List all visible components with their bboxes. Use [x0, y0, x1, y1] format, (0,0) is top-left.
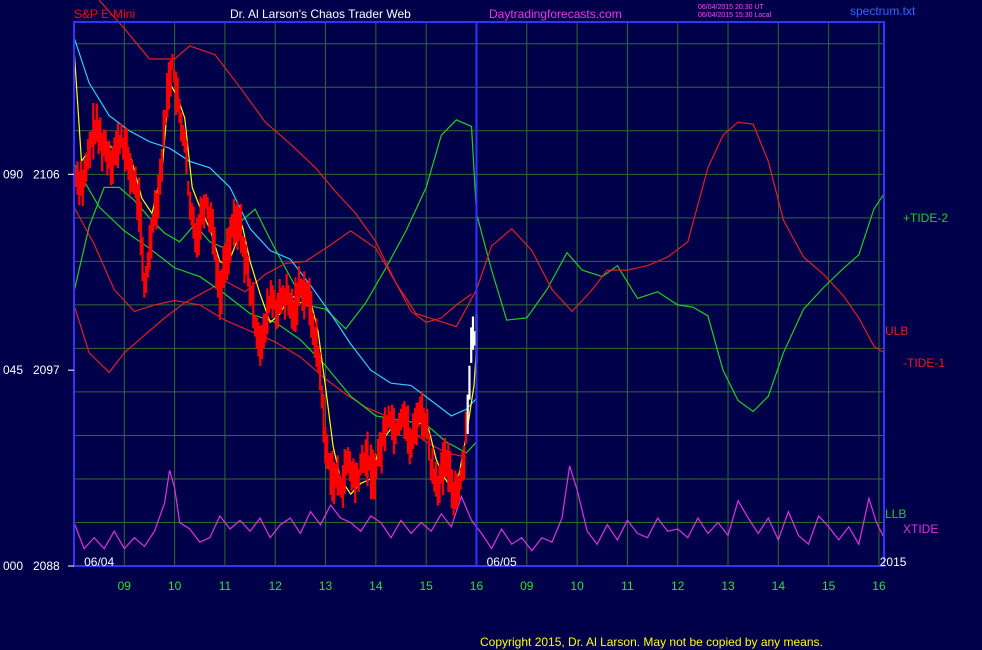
x-tick-label: 09	[118, 579, 132, 593]
series-label: XTIDE	[903, 522, 938, 536]
y-tick-left: 000	[3, 559, 23, 573]
x-tick-label: 13	[319, 579, 333, 593]
timestamp-ut: 06/04/2015 20:30 UT	[698, 4, 764, 11]
x-tick-label: 16	[470, 579, 484, 593]
series-label: ULB	[885, 324, 908, 338]
site-url-link[interactable]: Daytradingforecasts.com	[489, 7, 622, 21]
x-tick-label: 10	[168, 579, 182, 593]
chart-canvas: 090 2106 045 2097 000 2088 09 10 11 12 13 14 15 16 09 1…	[0, 0, 982, 650]
x-tick-label: 15	[419, 579, 433, 593]
chart-background	[0, 0, 982, 650]
y-tick-right: 2088	[33, 559, 60, 573]
y-tick-right: 2106	[33, 167, 60, 181]
x-tick-label: 09	[520, 579, 534, 593]
x-tick-label: 16	[872, 579, 886, 593]
x-tick-label: 10	[570, 579, 584, 593]
day-label: 06/05	[487, 555, 517, 569]
y-tick-left: 045	[3, 363, 23, 377]
series-label: LLB	[885, 507, 906, 521]
chart-window: 090 2106 045 2097 000 2088 09 10 11 12 13 14 15 16 09 1…	[0, 0, 982, 650]
x-tick-label: 13	[721, 579, 735, 593]
instrument-title: S&P E-Mini	[74, 7, 135, 21]
series-label: -TIDE-1	[903, 356, 945, 370]
day-label: 06/04	[84, 555, 114, 569]
x-tick-label: 11	[219, 579, 232, 593]
timestamp-local: 06/04/2015 15:30 Local	[698, 12, 772, 19]
x-tick-label: 15	[822, 579, 836, 593]
x-tick-label: 14	[369, 579, 383, 593]
series-label: +TIDE-2	[903, 211, 948, 225]
x-tick-label: 12	[671, 579, 685, 593]
day-label: 2015	[880, 555, 907, 569]
y-tick-right: 2097	[33, 363, 60, 377]
x-tick-label: 12	[269, 579, 283, 593]
file-name: spectrum.txt	[850, 4, 916, 18]
x-tick-label: 14	[772, 579, 786, 593]
site-title: Dr. Al Larson's Chaos Trader Web	[230, 7, 411, 21]
x-tick-label: 11	[621, 579, 634, 593]
y-tick-left: 090	[3, 167, 23, 181]
copyright: Copyright 2015, Dr. Al Larson. May not b…	[480, 635, 823, 649]
